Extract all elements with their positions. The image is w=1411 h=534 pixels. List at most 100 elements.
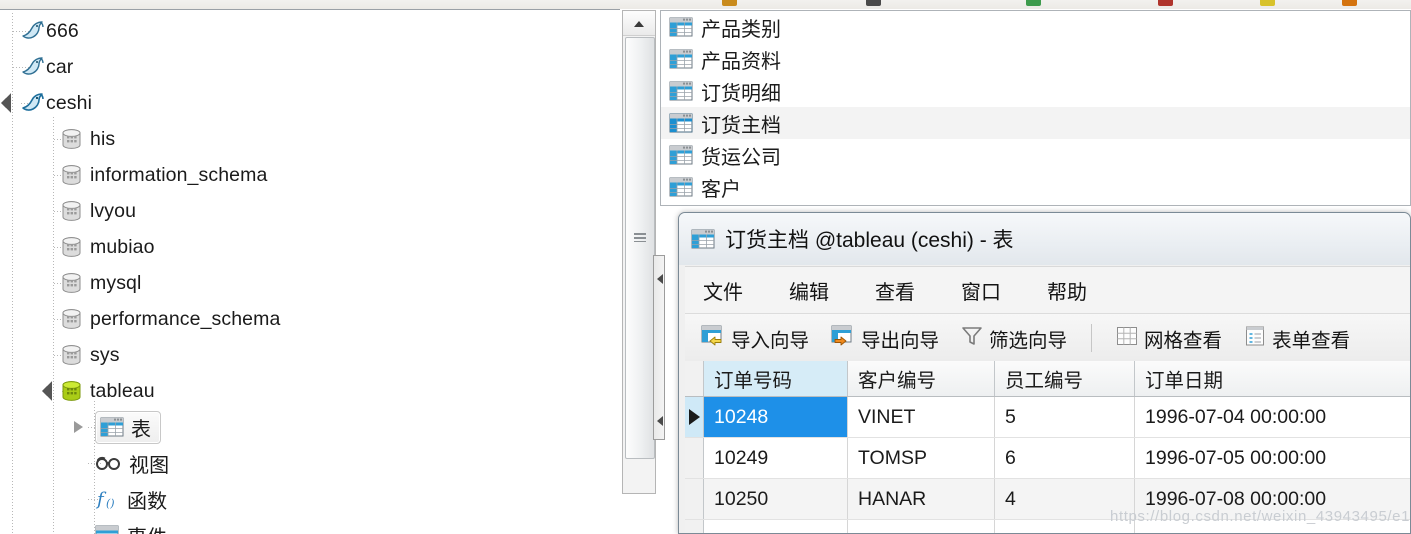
scroll-up-icon [634, 21, 644, 27]
grid-view-button[interactable]: 网格查看 [1110, 321, 1228, 356]
form-view-button[interactable]: 表单查看 [1238, 321, 1356, 356]
list-item[interactable]: 货运公司 [661, 139, 1410, 171]
current-row-icon [688, 409, 700, 425]
scrollbar-thumb[interactable] [625, 37, 655, 459]
form-view-label: 表单查看 [1272, 329, 1351, 352]
tree-item-tables[interactable]: 表 [0, 409, 620, 445]
cell-employee-no[interactable] [995, 520, 1135, 533]
window-title-text: 订货主档 @tableau (ceshi) - 表 [725, 229, 1014, 252]
tree-item-selected[interactable]: 表 [95, 410, 162, 444]
cell-customer-no[interactable]: HANAR [848, 479, 995, 519]
column-header-order-date[interactable]: 订单日期 [1135, 361, 1410, 396]
export-wizard-icon [831, 325, 855, 352]
object-list-pane[interactable]: 产品类别 产品资料 订货明细 订货主档 货运公司 客户 [660, 10, 1411, 206]
toolbar-icon-partial-6[interactable] [1342, 0, 1357, 6]
database-icon [61, 344, 82, 366]
cell-employee-no[interactable]: 4 [995, 479, 1135, 519]
toolbar-icon-partial-2[interactable] [866, 0, 881, 6]
tree-item-mysql[interactable]: mysql [0, 265, 620, 301]
import-wizard-button[interactable]: 导入向导 [695, 321, 815, 356]
list-item[interactable]: 客户 [661, 171, 1410, 203]
list-item[interactable]: 产品资料 [661, 43, 1410, 75]
scrollbar-grip-icon [634, 233, 646, 242]
tree-item-car[interactable]: car [0, 49, 620, 85]
toolbar-icon-partial-3[interactable] [1026, 0, 1041, 6]
tree-item-information-schema[interactable]: information_schema [0, 157, 620, 193]
grid-view-icon [1116, 325, 1138, 352]
import-wizard-icon [701, 325, 725, 352]
cell-customer-no[interactable]: TOMSP [848, 438, 995, 478]
cell-order-date[interactable]: 1996-07-04 00:00:00 [1135, 397, 1410, 437]
cell-customer-no[interactable] [848, 520, 995, 533]
tree-item-label: mysql [90, 271, 142, 294]
table-row[interactable]: 10250 HANAR 4 1996-07-08 00:00:00 [685, 479, 1410, 520]
cell-order-date[interactable]: 1996-07-08 00:00:00 [1135, 479, 1410, 519]
tree-item-666[interactable]: 666 [0, 13, 620, 49]
row-marker-current [685, 397, 704, 437]
table-icon [669, 113, 693, 133]
cell-order-no[interactable]: 10248 [704, 397, 848, 437]
table-icon [669, 81, 693, 101]
menu-item-edit[interactable]: 编辑 [789, 276, 829, 305]
cell-employee-no[interactable]: 6 [995, 438, 1135, 478]
table-row[interactable]: 10248 VINET 5 1996-07-04 00:00:00 [685, 397, 1410, 438]
data-grid[interactable]: 订单号码 客户编号 员工编号 订单日期 10248 VINET 5 1996-0… [685, 361, 1410, 533]
filter-wizard-button[interactable]: 筛选向导 [955, 321, 1073, 356]
tree-vertical-scrollbar[interactable] [622, 10, 656, 494]
pane-splitter[interactable] [653, 255, 665, 440]
cell-order-no[interactable]: 10250 [704, 479, 848, 519]
cell-customer-no[interactable]: VINET [848, 397, 995, 437]
collapse-arrow-icon[interactable] [1, 93, 21, 113]
table-row[interactable] [685, 520, 1410, 533]
cell-employee-no[interactable]: 5 [995, 397, 1135, 437]
tree-item-label: 视图 [129, 454, 170, 477]
toolbar-icon-partial-4[interactable] [1158, 0, 1173, 6]
tree-item-functions[interactable]: f() 函数 [0, 481, 620, 517]
toolbar-icon-partial-1[interactable] [722, 0, 737, 6]
tree-item-performance-schema[interactable]: performance_schema [0, 301, 620, 337]
list-item[interactable]: 产品类别 [661, 11, 1410, 43]
list-item[interactable]: 订货明细 [661, 75, 1410, 107]
cell-order-no[interactable]: 10249 [704, 438, 848, 478]
export-wizard-button[interactable]: 导出向导 [825, 321, 945, 356]
menu-item-view[interactable]: 查看 [875, 276, 915, 305]
scroll-up-button[interactable] [623, 11, 655, 36]
connection-tree-pane[interactable]: 666 car ceshi his information_schema lvy… [0, 9, 620, 534]
tree-item-sys[interactable]: sys [0, 337, 620, 373]
expand-arrow-icon[interactable] [74, 421, 83, 433]
database-icon [61, 272, 82, 294]
toolbar-icon-partial-5[interactable] [1260, 0, 1275, 6]
row-marker-header [685, 361, 704, 396]
column-header-employee-no[interactable]: 员工编号 [995, 361, 1135, 396]
menu-item-window[interactable]: 窗口 [961, 276, 1001, 305]
list-item-label: 货运公司 [701, 146, 781, 169]
menu-item-file[interactable]: 文件 [703, 276, 743, 305]
list-item-label: 订货明细 [701, 82, 781, 105]
cell-order-no[interactable] [704, 520, 848, 533]
tree-item-events[interactable]: 事件 [0, 517, 620, 534]
form-view-icon [1244, 325, 1266, 352]
tree-item-ceshi[interactable]: ceshi [0, 85, 620, 121]
table-row[interactable]: 10249 TOMSP 6 1996-07-05 00:00:00 [685, 438, 1410, 479]
tree-item-label: lvyou [90, 199, 137, 222]
list-item-selected[interactable]: 订货主档 [661, 107, 1410, 139]
splitter-collapse-icon[interactable] [657, 274, 663, 284]
tree-item-lvyou[interactable]: lvyou [0, 193, 620, 229]
column-header-order-no[interactable]: 订单号码 [704, 361, 848, 396]
dolphin-icon [20, 19, 46, 43]
database-active-icon [61, 380, 82, 402]
tree-item-tableau[interactable]: tableau [0, 373, 620, 409]
tree-item-mubiao[interactable]: mubiao [0, 229, 620, 265]
table-icon [669, 145, 693, 165]
navicat-window: 666 car ceshi his information_schema lvy… [0, 0, 1411, 534]
tree-item-his[interactable]: his [0, 121, 620, 157]
table-icon [691, 229, 715, 249]
tree-item-label: ceshi [46, 91, 93, 114]
column-header-customer-no[interactable]: 客户编号 [848, 361, 995, 396]
menu-item-help[interactable]: 帮助 [1047, 276, 1087, 305]
cell-order-date[interactable]: 1996-07-05 00:00:00 [1135, 438, 1410, 478]
collapse-arrow-icon[interactable] [42, 381, 62, 401]
cell-order-date[interactable] [1135, 520, 1410, 533]
tree-item-views[interactable]: 视图 [0, 445, 620, 481]
splitter-collapse-icon[interactable] [657, 416, 663, 426]
